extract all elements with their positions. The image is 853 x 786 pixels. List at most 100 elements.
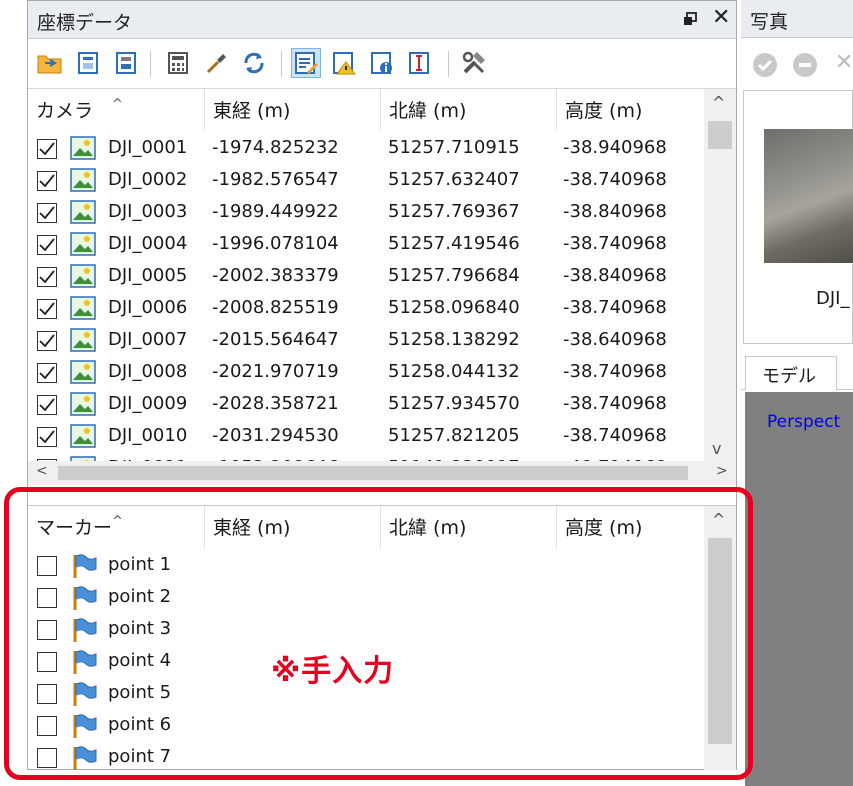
toolbar-separator <box>448 51 449 77</box>
model-tab-bar: モデル <box>741 350 853 390</box>
column-header-altitude[interactable]: 高度 (m) <box>557 89 704 131</box>
perspective-label: Perspect <box>767 412 841 432</box>
camera-row[interactable]: DJI_0009 -2028.358721 51257.934570 -38.7409… <box>28 389 704 421</box>
camera-checkbox[interactable] <box>37 267 57 287</box>
export-alt-icon[interactable] <box>111 48 141 78</box>
photo-thumbnail[interactable] <box>764 129 853 263</box>
camera-checkbox[interactable] <box>37 427 57 447</box>
show-coordinates-icon[interactable] <box>291 48 321 78</box>
camera-row[interactable]: DJI_0007 -2015.564647 51258.138292 -38.6409… <box>28 325 704 357</box>
column-header-east[interactable]: 東経 (m) <box>205 89 381 131</box>
marker-row[interactable]: point 2 <box>28 582 704 614</box>
column-header-camera[interactable]: カメラ ^ <box>28 89 205 131</box>
pipette-icon[interactable] <box>201 48 231 78</box>
camera-row[interactable]: DJI_0002 -1982.576547 51257.632407 -38.7409… <box>28 165 704 197</box>
camera-checkbox[interactable] <box>37 299 57 319</box>
scrollbar-thumb[interactable] <box>708 538 732 744</box>
camera-checkbox[interactable] <box>37 139 57 159</box>
image-icon <box>70 296 96 320</box>
vertical-scrollbar[interactable]: ^ <box>704 506 736 770</box>
marker-row[interactable]: point 7 <box>28 742 704 770</box>
column-header-marker[interactable]: マーカー ^ <box>28 506 205 548</box>
camera-row[interactable]: DJI_0006 -2008.825519 51258.096840 -38.7409… <box>28 293 704 325</box>
east-value: -2021.970719 <box>212 361 339 382</box>
reject-icon[interactable] <box>793 53 817 77</box>
camera-checkbox[interactable] <box>37 363 57 383</box>
camera-name: DJI_0001 <box>108 137 188 158</box>
image-icon <box>70 424 96 448</box>
marker-row[interactable]: point 6 <box>28 710 704 742</box>
camera-row[interactable]: DJI_0010 -2031.294530 51257.821205 -38.7409… <box>28 421 704 453</box>
scroll-up-icon[interactable]: ^ <box>712 93 725 112</box>
column-header-altitude[interactable]: 高度 (m) <box>557 506 704 548</box>
camera-row[interactable]: DJI_0003 -1989.449922 51257.769367 -38.8409… <box>28 197 704 229</box>
marker-checkbox[interactable] <box>37 620 57 640</box>
image-icon <box>70 168 96 192</box>
camera-row[interactable]: DJI_0008 -2021.970719 51258.044132 -38.7409… <box>28 357 704 389</box>
east-value: -2031.294530 <box>212 425 339 446</box>
camera-checkbox[interactable] <box>37 235 57 255</box>
marker-checkbox[interactable] <box>37 588 57 608</box>
altitude-value: -38.740968 <box>563 297 667 318</box>
refresh-icon[interactable] <box>239 48 269 78</box>
scroll-down-icon[interactable]: v <box>712 439 721 458</box>
marker-checkbox[interactable] <box>37 716 57 736</box>
toolbar-separator <box>150 51 151 77</box>
photo-preview-frame: DJI_ <box>743 90 853 344</box>
north-value: 51257.710915 <box>388 137 520 158</box>
camera-checkbox[interactable] <box>37 395 57 415</box>
marker-name: point 3 <box>108 618 172 639</box>
flag-icon <box>70 553 98 579</box>
accept-icon[interactable] <box>753 53 777 77</box>
horizontal-scrollbar-thumb[interactable] <box>58 466 688 480</box>
marker-checkbox[interactable] <box>37 652 57 672</box>
import-icon[interactable] <box>35 48 65 78</box>
scrollbar-thumb[interactable] <box>708 121 732 149</box>
column-header-east[interactable]: 東経 (m) <box>205 506 381 548</box>
camera-name: DJI_0005 <box>108 265 188 286</box>
model-viewport[interactable]: Perspect <box>745 392 853 786</box>
east-value: -2028.358721 <box>212 393 339 414</box>
close-icon[interactable]: ✕ <box>712 5 730 30</box>
camera-checkbox[interactable] <box>37 331 57 351</box>
north-value: 51257.796684 <box>388 265 520 286</box>
marker-row[interactable]: point 3 <box>28 614 704 646</box>
scroll-left-icon[interactable]: < <box>36 463 48 479</box>
horizontal-scrollbar[interactable]: < > <box>28 461 736 485</box>
camera-row[interactable]: DJI_0005 -2002.383379 51257.796684 -38.8409… <box>28 261 704 293</box>
calculator-icon[interactable] <box>163 48 193 78</box>
scroll-up-icon[interactable]: ^ <box>712 510 725 529</box>
marker-row[interactable]: point 1 <box>28 550 704 582</box>
column-header-north[interactable]: 北緯 (m) <box>381 506 557 548</box>
east-value: -1982.576547 <box>212 169 339 190</box>
restore-window-icon[interactable] <box>683 11 697 25</box>
camera-checkbox[interactable] <box>37 203 57 223</box>
camera-name: DJI_0009 <box>108 393 188 414</box>
settings-tools-icon[interactable] <box>459 48 489 78</box>
camera-rows: DJI_0001 -1974.825232 51257.710915 -38.9409… <box>28 131 704 461</box>
flag-icon <box>70 713 98 739</box>
camera-row[interactable]: DJI_0001 -1974.825232 51257.710915 -38.9409… <box>28 133 704 165</box>
scroll-right-icon[interactable]: > <box>716 463 728 479</box>
image-icon <box>70 136 96 160</box>
panel-title-bar: 座標データ ✕ <box>28 1 736 39</box>
camera-checkbox[interactable] <box>37 171 57 191</box>
panel-title: 座標データ <box>37 12 133 34</box>
north-value: 51258.138292 <box>388 329 520 350</box>
camera-row[interactable]: DJI_0004 -1996.078104 51257.419546 -38.7409… <box>28 229 704 261</box>
error-view-icon[interactable] <box>405 48 435 78</box>
camera-name: DJI_0002 <box>108 169 188 190</box>
vertical-scrollbar[interactable]: ^ v <box>704 89 736 461</box>
column-header-north[interactable]: 北緯 (m) <box>381 89 557 131</box>
warning-view-icon[interactable] <box>329 48 359 78</box>
close-icon[interactable]: ✕ <box>835 50 853 75</box>
marker-table-header: マーカー ^ 東経 (m) 北緯 (m) 高度 (m) <box>28 506 704 548</box>
camera-row[interactable]: DJI_0011-1953.20864651141.339917-48.7149… <box>28 453 704 461</box>
export-icon[interactable] <box>73 48 103 78</box>
marker-checkbox[interactable] <box>37 556 57 576</box>
altitude-value: -38.740968 <box>563 169 667 190</box>
marker-checkbox[interactable] <box>37 748 57 768</box>
tab-model[interactable]: モデル <box>745 356 837 390</box>
marker-checkbox[interactable] <box>37 684 57 704</box>
info-view-icon[interactable] <box>367 48 397 78</box>
